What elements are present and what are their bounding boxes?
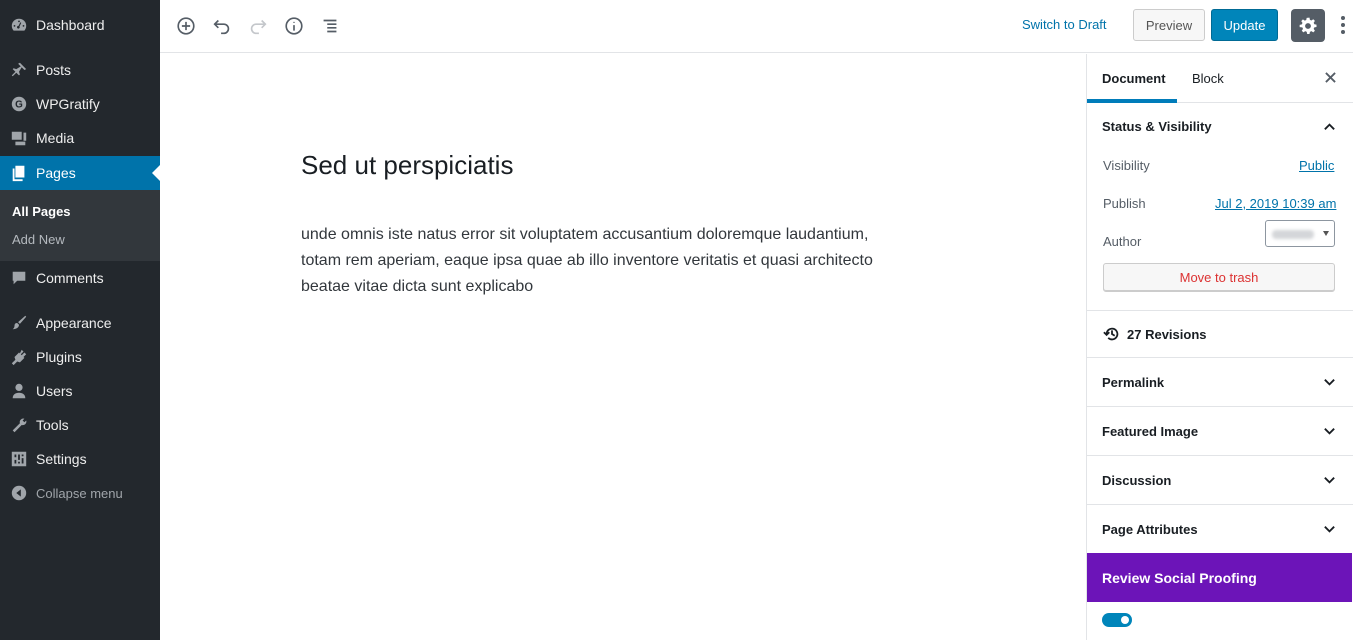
- block-navigation-icon[interactable]: [317, 13, 343, 39]
- menu-item-users[interactable]: Users: [0, 374, 160, 408]
- menu-label: Settings: [36, 451, 87, 467]
- author-label: Author: [1103, 234, 1142, 249]
- preview-button[interactable]: Preview: [1133, 9, 1205, 41]
- menu-label: Appearance: [36, 315, 112, 331]
- info-icon[interactable]: [281, 13, 307, 39]
- menu-item-plugins[interactable]: Plugins: [0, 340, 160, 374]
- chevron-down-icon: [1320, 471, 1338, 489]
- panel-title: Page Attributes: [1102, 522, 1198, 537]
- wrench-icon: [0, 416, 36, 434]
- more-options-button[interactable]: [1335, 9, 1351, 41]
- social-proofing-title: Review Social Proofing: [1102, 570, 1257, 586]
- redo-icon[interactable]: [245, 13, 271, 39]
- dashboard-icon: [0, 16, 36, 34]
- menu-label: WPGratify: [36, 96, 100, 112]
- submenu-add-new[interactable]: Add New: [12, 232, 65, 247]
- collapse-menu-button[interactable]: Collapse menu: [0, 476, 160, 510]
- tab-block[interactable]: Block: [1192, 71, 1224, 86]
- social-proofing-toggle[interactable]: [1102, 613, 1132, 627]
- paragraph-block[interactable]: unde omnis iste natus error sit voluptat…: [301, 222, 911, 300]
- menu-item-dashboard[interactable]: Dashboard: [0, 8, 160, 42]
- menu-label: Dashboard: [36, 17, 105, 33]
- vertical-ellipsis-icon: [1341, 16, 1345, 34]
- brush-icon: [0, 314, 36, 332]
- menu-item-settings[interactable]: Settings: [0, 442, 160, 476]
- sidebar-tabs: Document Block: [1087, 54, 1353, 103]
- panel-discussion[interactable]: Discussion: [1087, 455, 1353, 504]
- settings-sliders-icon: [0, 450, 36, 468]
- media-icon: [0, 129, 36, 147]
- wpgratify-icon: G: [0, 95, 36, 113]
- menu-item-media[interactable]: Media: [0, 121, 160, 155]
- menu-item-pages[interactable]: Pages: [0, 156, 160, 190]
- menu-item-wpgratify[interactable]: G WPGratify: [0, 87, 160, 121]
- post-title[interactable]: Sed ut perspiciatis: [301, 150, 513, 181]
- update-button[interactable]: Update: [1211, 9, 1278, 41]
- publish-label: Publish: [1103, 196, 1146, 211]
- tab-document[interactable]: Document: [1102, 71, 1166, 86]
- chevron-down-icon: [1320, 520, 1338, 538]
- panel-title[interactable]: Status & Visibility: [1102, 119, 1212, 134]
- review-social-proofing-header[interactable]: Review Social Proofing: [1087, 553, 1352, 602]
- editor-toolbar: Switch to Draft Preview Update: [160, 0, 1353, 53]
- menu-item-tools[interactable]: Tools: [0, 408, 160, 442]
- undo-icon[interactable]: [209, 13, 235, 39]
- collapse-icon: [0, 484, 36, 502]
- visibility-label: Visibility: [1103, 158, 1150, 173]
- publish-date-link[interactable]: Jul 2, 2019 10:39 am: [1215, 196, 1336, 211]
- menu-item-posts[interactable]: Posts: [0, 53, 160, 87]
- settings-toggle-button[interactable]: [1291, 9, 1325, 42]
- comments-icon: [0, 269, 36, 287]
- panel-permalink[interactable]: Permalink: [1087, 357, 1353, 406]
- submenu-all-pages[interactable]: All Pages: [12, 204, 71, 219]
- close-icon[interactable]: [1321, 68, 1339, 86]
- pages-icon: [0, 164, 36, 182]
- svg-text:G: G: [15, 100, 23, 111]
- gear-icon: [1299, 17, 1317, 34]
- menu-label: Users: [36, 383, 73, 399]
- revisions-row[interactable]: 27 Revisions: [1087, 310, 1353, 357]
- settings-sidebar: Document Block Status & Visibility Visib…: [1086, 54, 1353, 640]
- panel-featured-image[interactable]: Featured Image: [1087, 406, 1353, 455]
- menu-label: Plugins: [36, 349, 82, 365]
- chevron-down-icon: [1323, 231, 1329, 236]
- author-value-blurred: [1272, 230, 1314, 239]
- panel-page-attributes[interactable]: Page Attributes: [1087, 504, 1353, 553]
- menu-label: Posts: [36, 62, 72, 78]
- menu-label: Media: [36, 130, 75, 146]
- user-icon: [0, 382, 36, 400]
- menu-item-comments[interactable]: Comments: [0, 261, 160, 295]
- pages-submenu: All Pages Add New: [0, 190, 160, 261]
- revisions-label: 27 Revisions: [1127, 327, 1207, 342]
- panel-title: Featured Image: [1102, 424, 1199, 439]
- admin-menu: Dashboard Posts G WPGratify Media Pages …: [0, 0, 160, 640]
- panel-title: Permalink: [1102, 375, 1165, 390]
- chevron-down-icon: [1320, 422, 1338, 440]
- editor-canvas: Sed ut perspiciatis unde omnis iste natu…: [160, 54, 1086, 640]
- menu-label: Comments: [36, 270, 104, 286]
- switch-to-draft-link[interactable]: Switch to Draft: [1022, 17, 1107, 32]
- visibility-link[interactable]: Public: [1299, 158, 1334, 173]
- move-to-trash-button[interactable]: Move to trash: [1103, 263, 1335, 292]
- pin-icon: [0, 61, 36, 79]
- author-select[interactable]: [1265, 220, 1335, 247]
- chevron-down-icon: [1320, 373, 1338, 391]
- chevron-up-icon[interactable]: [1320, 117, 1338, 135]
- add-block-icon[interactable]: [173, 13, 199, 39]
- menu-label: Pages: [36, 165, 76, 181]
- toggle-knob: [1121, 616, 1129, 624]
- collapse-label: Collapse menu: [36, 485, 123, 501]
- panel-title: Discussion: [1102, 473, 1172, 488]
- plug-icon: [0, 348, 36, 366]
- menu-label: Tools: [36, 417, 69, 433]
- menu-item-appearance[interactable]: Appearance: [0, 306, 160, 340]
- history-icon: [1103, 327, 1119, 341]
